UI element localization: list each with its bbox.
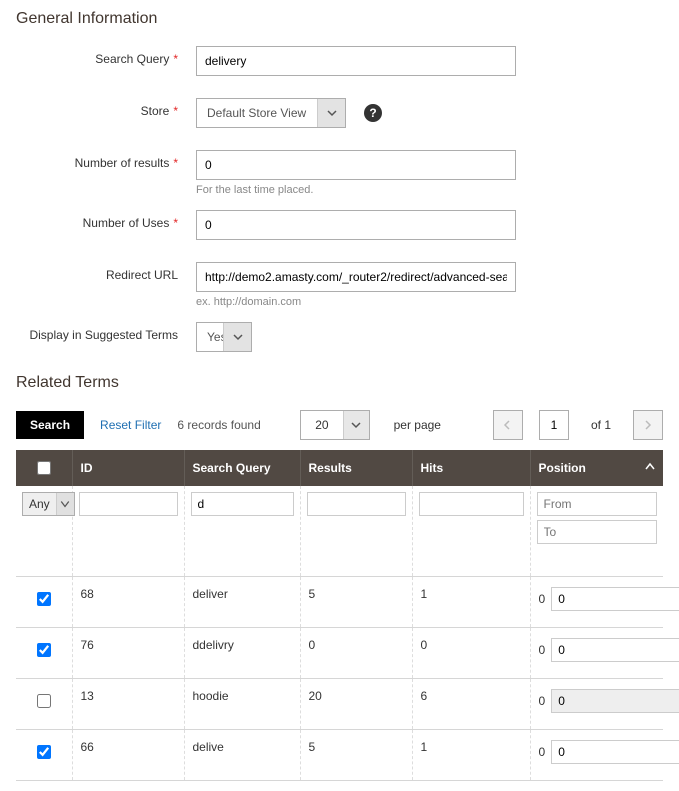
cell-results: 5 [300, 577, 412, 628]
search-button[interactable]: Search [16, 411, 84, 439]
per-page-label: per page [394, 418, 441, 432]
row-checkbox[interactable] [37, 592, 51, 606]
filter-search-query-input[interactable] [191, 492, 294, 516]
row-checkbox[interactable] [37, 643, 51, 657]
label-store: Store* [16, 98, 196, 118]
filter-hits-input[interactable] [419, 492, 524, 516]
label-suggested: Display in Suggested Terms [16, 322, 196, 342]
filter-position-from-input[interactable] [537, 492, 658, 516]
cell-position-text: 0 [539, 643, 546, 657]
cell-results: 5 [300, 730, 412, 781]
position-input[interactable] [551, 638, 679, 662]
table-row[interactable]: 68deliver510 [16, 577, 663, 628]
cell-search-query: ddelivry [184, 628, 300, 679]
chevron-down-icon [56, 493, 74, 515]
reset-filter-link[interactable]: Reset Filter [100, 418, 161, 432]
of-pages: of 1 [591, 418, 611, 432]
col-header-hits[interactable]: Hits [412, 450, 530, 486]
position-input[interactable] [551, 740, 679, 764]
table-row[interactable]: 66delive510 [16, 730, 663, 781]
position-input [551, 689, 679, 713]
cell-position-text: 0 [539, 745, 546, 759]
section-title-general: General Information [16, 10, 663, 28]
cell-search-query: deliver [184, 577, 300, 628]
cell-id: 13 [72, 679, 184, 730]
hint-redirect: ex. http://domain.com [196, 296, 516, 308]
input-num-uses[interactable] [196, 210, 516, 240]
label-num-uses: Number of Uses* [16, 210, 196, 230]
label-redirect: Redirect URL [16, 262, 196, 282]
sort-asc-icon [645, 461, 655, 475]
cell-hits: 6 [412, 679, 530, 730]
cell-position-text: 0 [539, 592, 546, 606]
select-all-checkbox[interactable] [37, 461, 51, 475]
table-row[interactable]: 76ddelivry000 [16, 628, 663, 679]
filter-any-select[interactable]: Any [22, 492, 75, 516]
page-size-select[interactable]: 20 [300, 410, 369, 440]
row-checkbox[interactable] [37, 694, 51, 708]
records-found: 6 records found [177, 418, 260, 432]
select-suggested[interactable]: Yes [196, 322, 252, 352]
chevron-down-icon [223, 323, 251, 351]
cell-hits: 1 [412, 730, 530, 781]
next-page-button[interactable] [633, 410, 663, 440]
cell-id: 68 [72, 577, 184, 628]
cell-results: 0 [300, 628, 412, 679]
row-checkbox[interactable] [37, 745, 51, 759]
cell-search-query: delive [184, 730, 300, 781]
input-num-results[interactable] [196, 150, 516, 180]
cell-hits: 1 [412, 577, 530, 628]
cell-position-text: 0 [539, 694, 546, 708]
prev-page-button[interactable] [493, 410, 523, 440]
input-redirect[interactable] [196, 262, 516, 292]
cell-id: 76 [72, 628, 184, 679]
table-row[interactable]: 13hoodie2060 [16, 679, 663, 730]
related-terms-table: ID Search Query Results Hits Position An… [16, 450, 663, 781]
hint-num-results: For the last time placed. [196, 184, 516, 196]
page-input[interactable] [539, 410, 569, 440]
col-header-search-query[interactable]: Search Query [184, 450, 300, 486]
section-title-related: Related Terms [16, 374, 663, 392]
position-input[interactable] [551, 587, 679, 611]
filter-id-input[interactable] [79, 492, 178, 516]
select-store[interactable]: Default Store View [196, 98, 346, 128]
col-header-results[interactable]: Results [300, 450, 412, 486]
cell-id: 66 [72, 730, 184, 781]
chevron-down-icon [343, 411, 369, 439]
filter-position-to-input[interactable] [537, 520, 658, 544]
cell-search-query: hoodie [184, 679, 300, 730]
cell-results: 20 [300, 679, 412, 730]
cell-hits: 0 [412, 628, 530, 679]
filter-results-input[interactable] [307, 492, 406, 516]
label-num-results: Number of results* [16, 150, 196, 170]
chevron-down-icon [317, 99, 345, 127]
col-header-id[interactable]: ID [72, 450, 184, 486]
help-icon[interactable]: ? [364, 104, 382, 122]
label-search-query: Search Query* [16, 46, 196, 66]
input-search-query[interactable] [196, 46, 516, 76]
col-header-position[interactable]: Position [530, 450, 663, 486]
